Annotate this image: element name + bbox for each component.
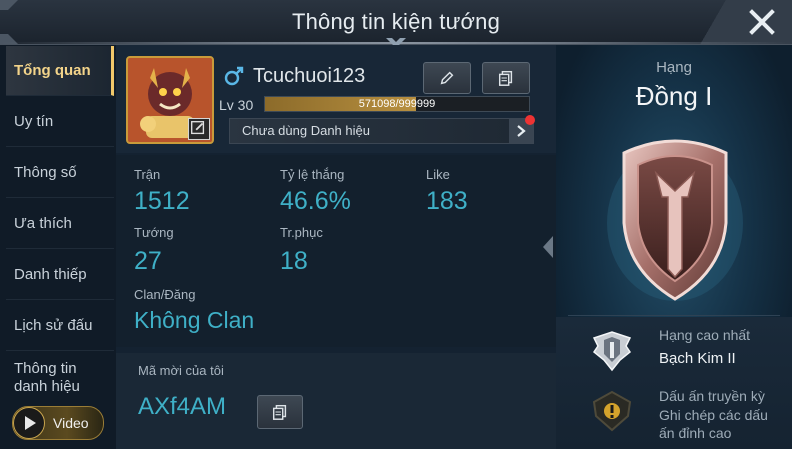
rank-name: Đồng I	[635, 81, 713, 111]
heroes-value: 27	[134, 247, 162, 275]
clan-label: Clan/Đăng	[134, 287, 196, 302]
xp-text: 571098/999999	[358, 98, 436, 110]
video-label: Video	[53, 415, 89, 431]
sidebar-item-title-info[interactable]: Thông tin danh hiệu	[6, 352, 114, 404]
clan-value[interactable]: Không Clan	[134, 307, 254, 334]
page-title: Thông tin kiện tướng	[291, 9, 501, 34]
player-name: Tcuchuoi123	[253, 65, 366, 87]
notification-dot	[525, 115, 535, 125]
legend-mark-label: Dấu ấn truyền kỳ	[659, 388, 765, 404]
sidebar-item-label: Tổng quan	[14, 62, 91, 79]
copy-name-button[interactable]	[482, 62, 530, 94]
sidebar-item-label: Ưa thích	[14, 215, 72, 232]
edit-name-button[interactable]	[423, 62, 471, 94]
play-icon	[13, 407, 45, 439]
invite-code-panel: Mã mời của tôi AXf4AM	[116, 353, 556, 449]
platinum-rank-icon	[592, 331, 632, 372]
copy-icon	[272, 404, 287, 420]
sidebar-item-label: Lịch sử đấu	[14, 317, 93, 334]
sidebar-item-name-card[interactable]: Danh thiếp	[6, 250, 114, 300]
avatar[interactable]	[126, 56, 214, 144]
matches-value: 1512	[134, 187, 190, 215]
edit-avatar-icon[interactable]	[188, 118, 210, 140]
sidebar-item-match-history[interactable]: Lịch sử đấu	[6, 301, 114, 351]
invite-label: Mã mời của tôi	[138, 363, 224, 378]
overview-panel: Tcuchuoi123 Lv 30 571098/999999 Chưa dùn…	[116, 45, 556, 449]
sidebar-item-favorites[interactable]: Ưa thích	[6, 199, 114, 249]
close-icon[interactable]	[746, 6, 778, 38]
sidebar: Tổng quan Uy tín Thông số Ưa thích Danh …	[0, 45, 116, 449]
rank-details: Hạng cao nhất Bạch Kim II Dấu ấn truyền …	[556, 317, 792, 449]
skins-value: 18	[280, 247, 308, 275]
sidebar-item-label: Uy tín	[14, 113, 54, 130]
winrate-value: 46.6%	[280, 187, 351, 215]
sidebar-item-stats[interactable]: Thông số	[6, 148, 114, 198]
current-title: Chưa dùng Danh hiệu	[242, 123, 370, 138]
like-label: Like	[426, 167, 450, 182]
highest-rank-label: Hạng cao nhất	[659, 327, 751, 343]
legend-mark-icon	[592, 390, 632, 432]
profile-header: Tcuchuoi123 Lv 30 571098/999999 Chưa dùn…	[116, 45, 556, 153]
title-selector[interactable]: Chưa dùng Danh hiệu	[229, 118, 534, 144]
male-gender-icon	[224, 66, 244, 86]
level-label: Lv 30	[219, 97, 254, 113]
copy-icon	[498, 70, 513, 86]
bronze-rank-emblem-icon	[607, 139, 743, 301]
rank-label: Hạng	[656, 59, 692, 76]
winrate-label: Tỷ lệ thắng	[280, 167, 345, 182]
rank-divider	[568, 315, 780, 316]
like-value: 183	[426, 187, 468, 215]
invite-code: AXf4AM	[138, 393, 227, 420]
close-area	[700, 0, 792, 44]
sidebar-item-overview[interactable]: Tổng quan	[6, 46, 114, 96]
highest-rank-value: Bạch Kim II	[659, 350, 736, 367]
panel-divider-ornament	[543, 236, 553, 258]
legend-mark-desc-line2: ấn đỉnh cao	[659, 425, 732, 441]
rank-panel: Hạng Đồng I Hạng cao nhất Bạch Kim II Dấ…	[556, 45, 792, 449]
sidebar-item-label: Thông số	[14, 164, 77, 181]
matches-label: Trận	[134, 167, 161, 182]
sidebar-item-reputation[interactable]: Uy tín	[6, 97, 114, 147]
skins-label: Tr.phục	[280, 225, 323, 240]
pencil-icon	[440, 71, 454, 85]
video-button[interactable]: Video	[12, 406, 104, 440]
copy-invite-button[interactable]	[257, 395, 303, 429]
xp-progress-bar: 571098/999999	[264, 96, 530, 112]
sidebar-item-label: Danh thiếp	[14, 266, 87, 283]
sidebar-item-label: Thông tin danh hiệu	[14, 360, 80, 395]
stats-panel: Trận 1512 Tỷ lệ thắng 46.6% Like 183 Tướ…	[116, 155, 556, 347]
legend-mark-desc-line1: Ghi chép các dấu	[659, 407, 768, 423]
heroes-label: Tướng	[134, 225, 174, 240]
